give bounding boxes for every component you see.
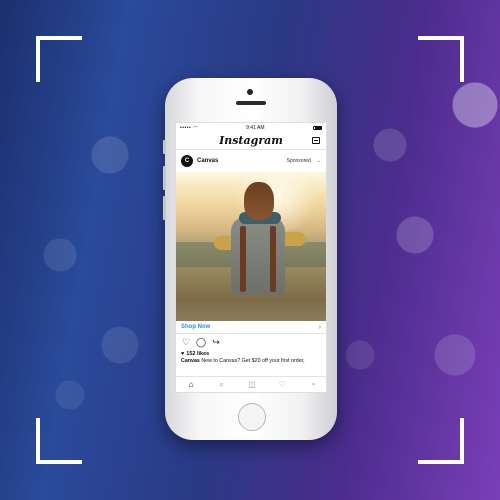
mute-switch [163,140,166,154]
front-camera [247,89,253,95]
corner-bracket-bottom-right [418,418,464,464]
tab-bar: ⌂ ⌕ ◫ ♡ ◔ [176,376,326,392]
hiker-head [244,182,274,220]
share-icon[interactable]: ↪ [211,337,221,347]
home-icon[interactable]: ⌂ [185,379,197,391]
post-username[interactable]: Canvas [197,158,283,164]
likes-count[interactable]: ♥ 152 likes [176,350,326,358]
signal-indicator: ••••• [180,124,192,131]
app-header: Instagram [176,132,326,150]
earpiece-speaker [236,101,266,105]
heart-small-icon: ♥ [181,351,185,357]
app-logo: Instagram [219,134,283,147]
camera-icon[interactable]: ◫ [246,379,258,391]
heart-icon[interactable]: ♡ [181,337,191,347]
phone-mockup: ••••• ◠ 9:41 AM Instagram C Canvas Spons… [163,78,337,440]
profile-icon[interactable]: ◔ [307,379,319,391]
corner-bracket-top-right [418,36,464,82]
post-photo[interactable] [176,172,326,321]
chevron-down-icon[interactable]: ⌄ [317,158,321,164]
caption-text: New to Canvas? Get $20 off your first or… [201,358,305,364]
activity-heart-icon[interactable]: ♡ [276,379,288,391]
wifi-icon: ◠ [193,124,198,131]
home-button[interactable] [238,403,266,431]
corner-bracket-bottom-left [36,418,82,464]
inbox-icon[interactable] [312,137,320,144]
post-actions: ♡ ◯ ↪ [176,334,326,350]
post-header: C Canvas Sponsored ⌄ [176,150,326,172]
phone-screen: ••••• ◠ 9:41 AM Instagram C Canvas Spons… [175,122,327,393]
post-caption: Canvas New to Canvas? Get $20 off your f… [176,358,326,367]
battery-icon [313,125,322,130]
status-time: 9:41 AM [246,124,265,131]
volume-up-button [163,166,166,190]
caption-username[interactable]: Canvas [181,358,200,364]
comment-icon[interactable]: ◯ [196,337,206,347]
avatar[interactable]: C [181,155,193,167]
status-bar: ••••• ◠ 9:41 AM [176,123,326,132]
shop-now-button[interactable]: Shop Now › [176,321,326,334]
corner-bracket-top-left [36,36,82,82]
chevron-right-icon: › [318,323,321,331]
sponsored-label: Sponsored [286,158,311,164]
search-icon[interactable]: ⌕ [216,379,228,391]
volume-down-button [163,196,166,220]
shop-now-label: Shop Now [181,324,211,330]
